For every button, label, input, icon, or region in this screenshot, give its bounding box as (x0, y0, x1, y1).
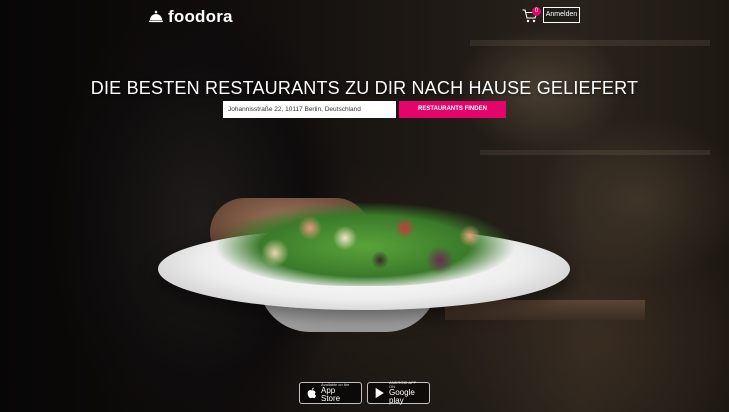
google-play-text: ANDROID APP ON Google play (389, 381, 423, 405)
salad-dish (215, 198, 515, 286)
app-store-text: Available on the App Store (321, 383, 355, 403)
address-search-form: RESTAURANTS FINDEN (223, 101, 507, 118)
app-store-badge[interactable]: Available on the App Store (299, 382, 362, 404)
apple-icon (307, 387, 317, 399)
logo-cloche-icon (149, 10, 163, 23)
find-restaurants-button[interactable]: RESTAURANTS FINDEN (399, 101, 506, 118)
google-play-small-label: ANDROID APP ON (389, 380, 417, 389)
logo-text: foodora (168, 7, 233, 26)
app-store-small-label: Available on the (321, 382, 350, 387)
app-store-big-label: App Store (321, 386, 341, 403)
cart-count-badge: 0 (532, 7, 541, 16)
address-input[interactable] (223, 101, 396, 118)
foodora-logo[interactable]: foodora (148, 7, 233, 27)
hero-background (0, 0, 729, 412)
google-play-badge[interactable]: ANDROID APP ON Google play (367, 381, 430, 405)
login-button[interactable]: Anmelden (543, 7, 580, 23)
background-shelf (470, 40, 710, 46)
background-shelf (480, 150, 710, 155)
google-play-icon (375, 387, 384, 399)
top-header: foodora 0 Anmelden (0, 0, 729, 34)
google-play-big-label: Google play (389, 388, 415, 405)
page-title: DIE BESTEN RESTAURANTS ZU DIR NACH HAUSE… (90, 78, 639, 99)
